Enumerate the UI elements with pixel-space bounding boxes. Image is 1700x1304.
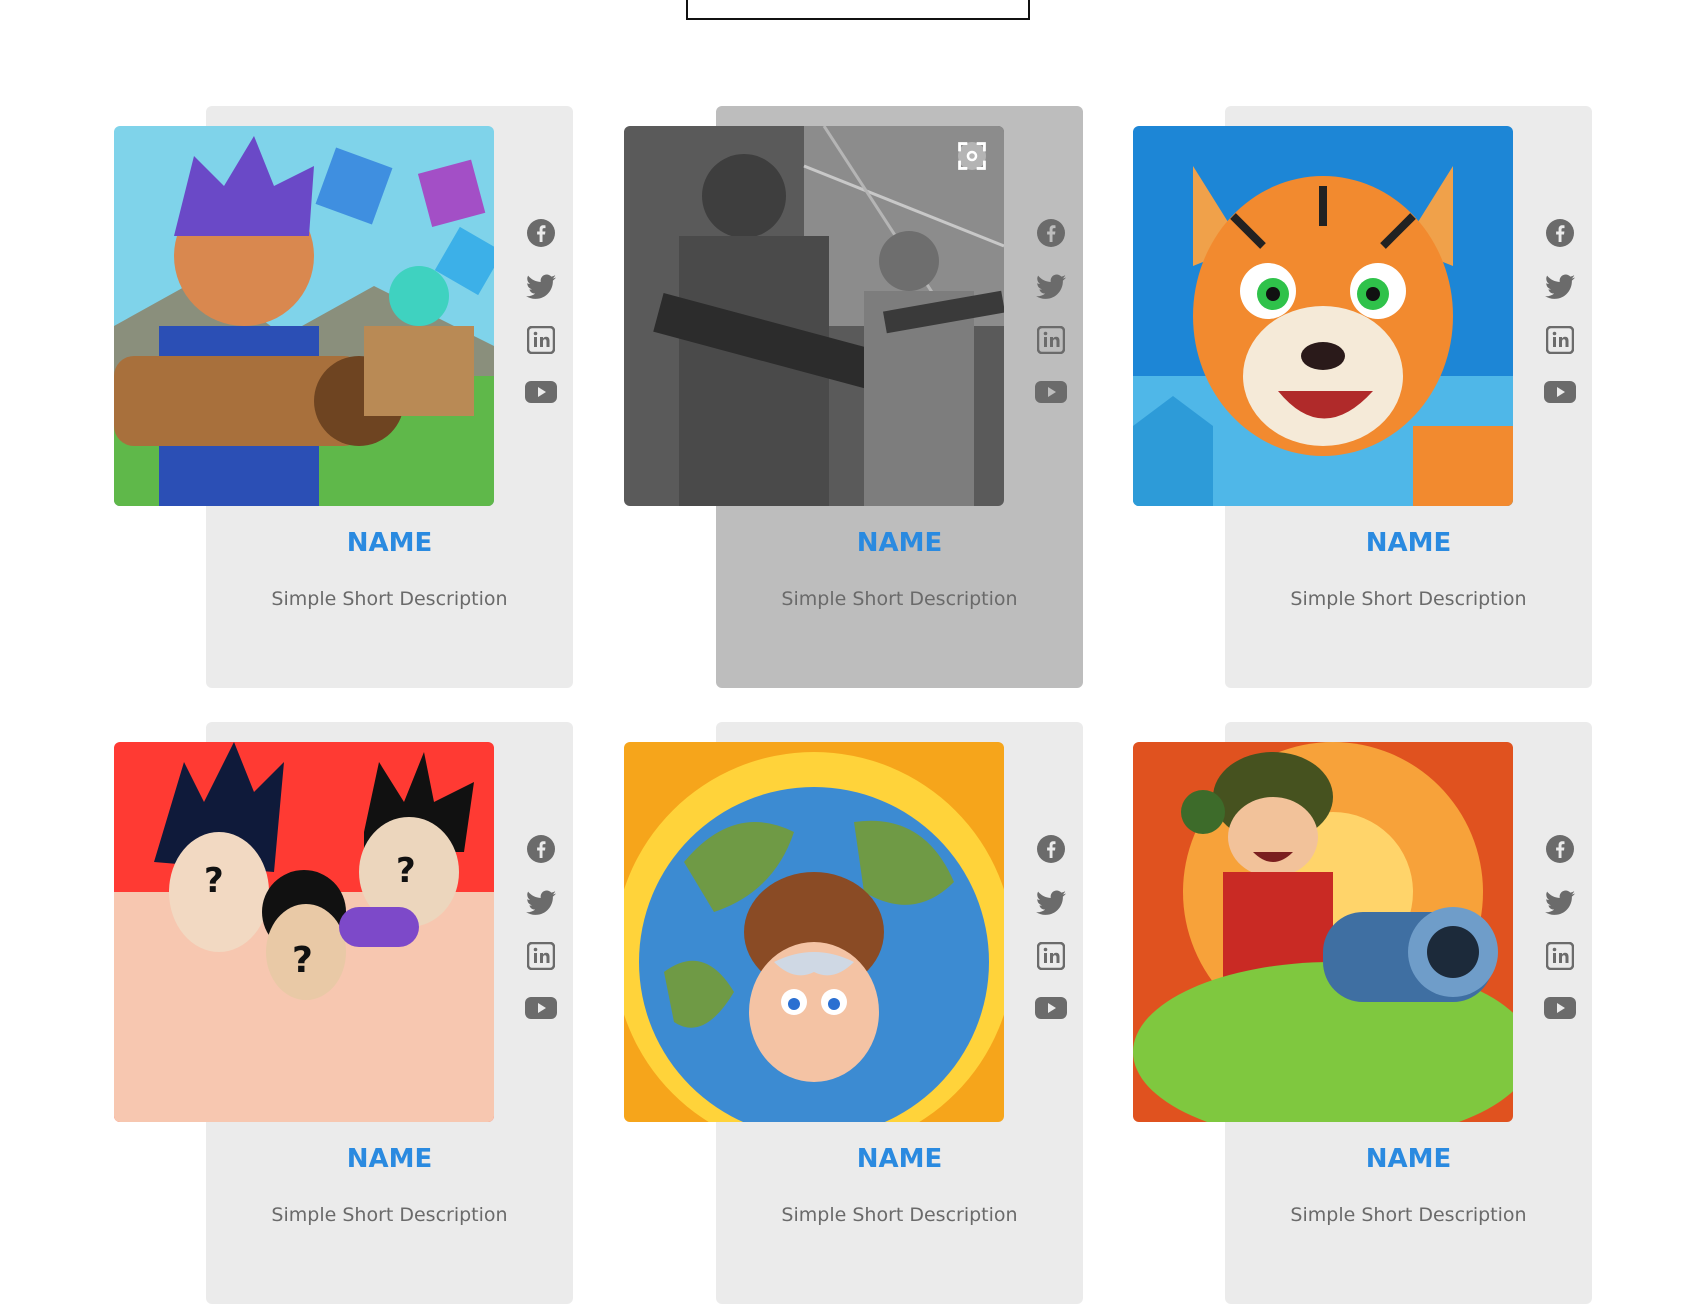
card-description: Simple Short Description bbox=[1290, 588, 1527, 610]
card-name: NAME bbox=[346, 1144, 433, 1174]
facebook-icon[interactable] bbox=[1036, 834, 1066, 864]
team-card: NAME Simple Short Description bbox=[1133, 722, 1592, 1304]
facebook-icon[interactable] bbox=[1545, 218, 1575, 248]
card-photo bbox=[1133, 742, 1513, 1122]
facebook-icon[interactable] bbox=[1036, 218, 1066, 248]
twitter-icon[interactable] bbox=[1545, 890, 1575, 916]
youtube-icon[interactable] bbox=[525, 380, 557, 404]
team-card[interactable]: NAME Simple Short Description bbox=[624, 106, 1083, 688]
card-photo bbox=[624, 126, 1004, 506]
card-description: Simple Short Description bbox=[1290, 1204, 1527, 1226]
facebook-icon[interactable] bbox=[526, 218, 556, 248]
linkedin-icon[interactable] bbox=[1037, 942, 1065, 970]
focus-icon[interactable] bbox=[958, 142, 986, 170]
card-photo bbox=[624, 742, 1004, 1122]
twitter-icon[interactable] bbox=[1545, 274, 1575, 300]
youtube-icon[interactable] bbox=[1544, 996, 1576, 1020]
twitter-icon[interactable] bbox=[526, 890, 556, 916]
linkedin-icon[interactable] bbox=[1546, 326, 1574, 354]
social-links bbox=[524, 834, 558, 1020]
card-name: NAME bbox=[1365, 528, 1452, 558]
card-description: Simple Short Description bbox=[781, 1204, 1018, 1226]
card-photo: ? ? ? bbox=[114, 742, 494, 1122]
svg-text:?: ? bbox=[292, 940, 313, 981]
team-card: ? ? ? NAME Simple Short Description bbox=[114, 722, 573, 1304]
top-search-box[interactable] bbox=[686, 0, 1030, 20]
card-name: NAME bbox=[856, 1144, 943, 1174]
youtube-icon[interactable] bbox=[525, 996, 557, 1020]
card-name: NAME bbox=[856, 528, 943, 558]
social-links bbox=[1543, 834, 1577, 1020]
svg-text:?: ? bbox=[204, 861, 224, 901]
social-links bbox=[1543, 218, 1577, 404]
twitter-icon[interactable] bbox=[526, 274, 556, 300]
youtube-icon[interactable] bbox=[1035, 996, 1067, 1020]
twitter-icon[interactable] bbox=[1036, 274, 1066, 300]
card-name: NAME bbox=[346, 528, 433, 558]
card-name: NAME bbox=[1365, 1144, 1452, 1174]
card-description: Simple Short Description bbox=[271, 588, 508, 610]
linkedin-icon[interactable] bbox=[1546, 942, 1574, 970]
linkedin-icon[interactable] bbox=[527, 942, 555, 970]
facebook-icon[interactable] bbox=[526, 834, 556, 864]
card-description: Simple Short Description bbox=[271, 1204, 508, 1226]
twitter-icon[interactable] bbox=[1036, 890, 1066, 916]
linkedin-icon[interactable] bbox=[1037, 326, 1065, 354]
linkedin-icon[interactable] bbox=[527, 326, 555, 354]
team-card: NAME Simple Short Description bbox=[624, 722, 1083, 1304]
social-links bbox=[1034, 218, 1068, 404]
card-description: Simple Short Description bbox=[781, 588, 1018, 610]
social-links bbox=[524, 218, 558, 404]
facebook-icon[interactable] bbox=[1545, 834, 1575, 864]
card-photo bbox=[1133, 126, 1513, 506]
card-photo bbox=[114, 126, 494, 506]
team-card: NAME Simple Short Description bbox=[1133, 106, 1592, 688]
youtube-icon[interactable] bbox=[1544, 380, 1576, 404]
team-card: NAME Simple Short Description bbox=[114, 106, 573, 688]
svg-text:?: ? bbox=[396, 851, 416, 891]
social-links bbox=[1034, 834, 1068, 1020]
youtube-icon[interactable] bbox=[1035, 380, 1067, 404]
